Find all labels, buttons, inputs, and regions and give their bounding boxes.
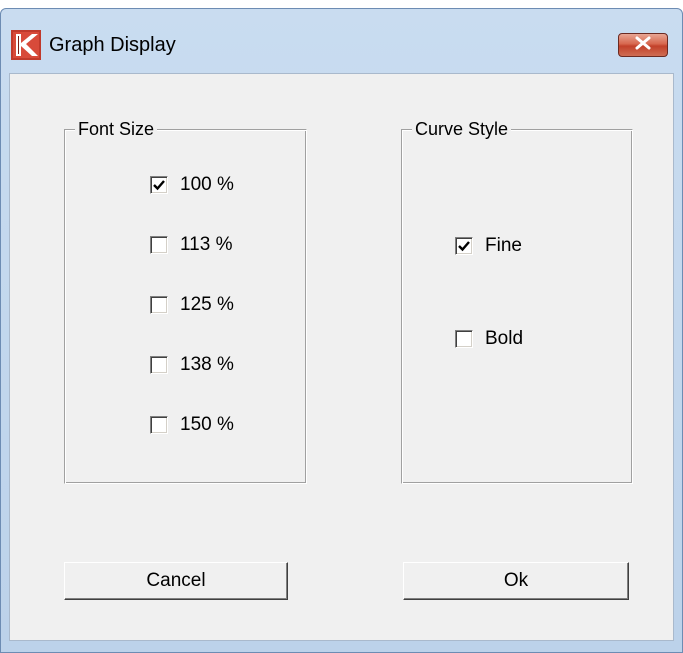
- curve-style-bold-checkbox[interactable]: [455, 330, 473, 348]
- cancel-button[interactable]: Cancel: [64, 562, 288, 600]
- font-size-150-label: 150 %: [180, 414, 234, 435]
- font-size-option-125[interactable]: 125 %: [150, 293, 234, 317]
- font-size-100-checkbox[interactable]: [150, 176, 168, 194]
- close-button[interactable]: [618, 33, 668, 57]
- ok-button[interactable]: Ok: [403, 562, 629, 600]
- font-size-150-checkbox[interactable]: [150, 416, 168, 434]
- dialog-body: Font Size 100 % 113 % 125 % 138 % 150 % …: [9, 73, 674, 641]
- font-size-100-label: 100 %: [180, 174, 234, 195]
- font-size-125-label: 125 %: [180, 294, 234, 315]
- font-size-option-113[interactable]: 113 %: [150, 233, 232, 257]
- graph-display-window: Graph Display Font Size 100 % 113 % 125 …: [0, 8, 683, 653]
- curve-style-group: Curve Style Fine Bold: [401, 117, 633, 484]
- close-icon: [634, 36, 652, 55]
- font-size-option-100[interactable]: 100 %: [150, 173, 234, 197]
- font-size-group: Font Size 100 % 113 % 125 % 138 % 150 %: [64, 117, 307, 484]
- font-size-option-138[interactable]: 138 %: [150, 353, 234, 377]
- curve-style-option-fine[interactable]: Fine: [455, 234, 522, 258]
- curve-style-bold-label: Bold: [485, 328, 524, 349]
- app-logo-icon: [11, 30, 41, 60]
- font-size-138-checkbox[interactable]: [150, 356, 168, 374]
- title-bar[interactable]: Graph Display: [1, 9, 682, 73]
- curve-style-option-bold[interactable]: Bold: [455, 327, 523, 351]
- font-size-113-label: 113 %: [180, 234, 233, 255]
- checkmark-icon: [458, 241, 470, 252]
- window-title: Graph Display: [49, 34, 176, 56]
- font-size-125-checkbox[interactable]: [150, 296, 168, 314]
- font-size-option-150[interactable]: 150 %: [150, 413, 234, 437]
- font-size-113-checkbox[interactable]: [150, 236, 168, 254]
- font-size-group-label: Font Size: [75, 117, 158, 141]
- checkmark-icon: [153, 180, 165, 191]
- curve-style-fine-checkbox[interactable]: [455, 237, 473, 255]
- curve-style-fine-label: Fine: [485, 235, 522, 256]
- curve-style-group-label: Curve Style: [412, 117, 512, 141]
- font-size-138-label: 138 %: [180, 354, 234, 375]
